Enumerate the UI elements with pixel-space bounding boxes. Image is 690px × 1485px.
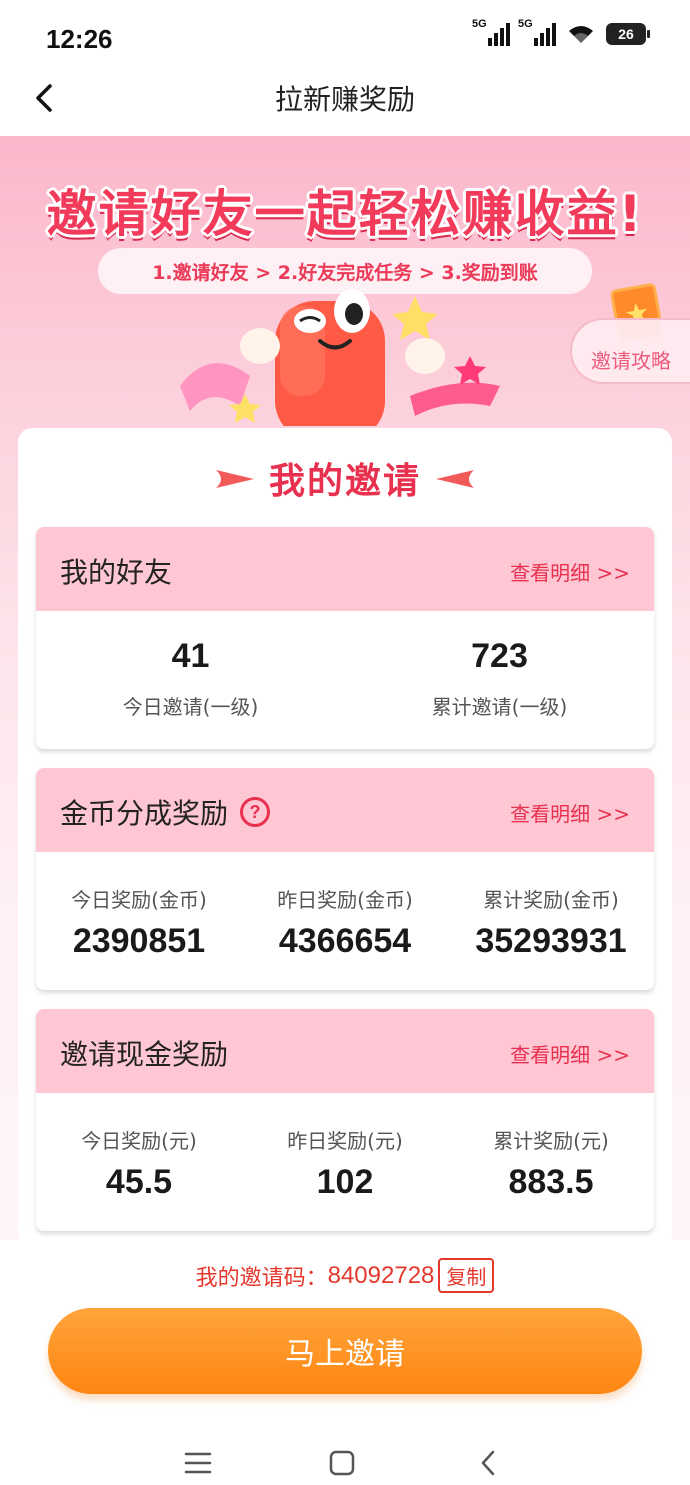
back-nav-button[interactable] <box>458 1438 518 1485</box>
friends-title: 我的好友 <box>60 556 173 589</box>
battery-icon: 26 <box>606 23 650 45</box>
coin-today: 今日奖励(金币) 2390851 <box>36 852 242 990</box>
coin-detail-link[interactable]: 查看明细 >> <box>510 798 630 827</box>
coin-today-label: 今日奖励(金币) <box>71 888 207 912</box>
coin-today-value: 2390851 <box>72 922 206 960</box>
invite-guide-button[interactable]: 邀请攻略 <box>570 318 690 384</box>
cash-today-label: 今日奖励(元) <box>81 1129 197 1153</box>
mascot-illustration <box>180 289 500 426</box>
today-invites: 41 今日邀请(一级) <box>36 611 345 749</box>
hero-title: 邀请好友一起轻松赚收益! <box>46 185 644 243</box>
signal-icon: 5G <box>472 18 510 46</box>
status-time: 12:26 <box>46 24 113 54</box>
today-invites-label: 今日邀请(一级) <box>122 695 259 719</box>
invite-code-label: 我的邀请码： <box>195 1265 328 1291</box>
cash-detail-link[interactable]: 查看明细 >> <box>510 1039 630 1068</box>
friends-card: 我的好友 查看明细 >> 41 今日邀请(一级) 723 累计邀请(一级) <box>36 527 654 749</box>
flare-right-icon <box>436 470 474 488</box>
system-nav-bar <box>0 1438 690 1485</box>
total-invites-label: 累计邀请(一级) <box>431 695 568 719</box>
friends-card-header: 我的好友 查看明细 >> <box>36 527 654 611</box>
status-bar: 12:26 5G 5G 26 <box>0 0 690 72</box>
help-icon[interactable]: ? <box>240 797 271 827</box>
cash-total-label: 累计奖励(元) <box>493 1129 609 1153</box>
cash-yesterday: 昨日奖励(元) 102 <box>242 1093 448 1231</box>
today-invites-value: 41 <box>171 637 210 675</box>
copy-button[interactable]: 复制 <box>438 1258 495 1293</box>
friends-stats: 41 今日邀请(一级) 723 累计邀请(一级) <box>36 611 654 749</box>
coin-card-header: 金币分成奖励 ? 查看明细 >> <box>36 768 654 852</box>
cash-today: 今日奖励(元) 45.5 <box>36 1093 242 1231</box>
cash-card-header: 邀请现金奖励 查看明细 >> <box>36 1009 654 1093</box>
menu-nav-button[interactable] <box>168 1438 228 1485</box>
coin-total-label: 累计奖励(金币) <box>483 888 619 912</box>
square-icon <box>329 1450 355 1476</box>
coin-total: 累计奖励(金币) 35293931 <box>448 852 654 990</box>
cash-title: 邀请现金奖励 <box>60 1038 229 1071</box>
page-title: 拉新赚奖励 <box>274 83 415 116</box>
status-icons: 5G 5G 26 <box>472 18 650 46</box>
coin-yesterday-label: 昨日奖励(金币) <box>277 888 413 912</box>
my-invite-card: 我的邀请 我的好友 查看明细 >> 41 今日邀请(一级) 723 累计邀请(一… <box>18 428 672 1248</box>
invite-code-row: 我的邀请码： 84092728 复制 <box>0 1258 690 1293</box>
coin-stats: 今日奖励(金币) 2390851 昨日奖励(金币) 4366654 累计奖励(金… <box>36 852 654 990</box>
coin-yesterday: 昨日奖励(金币) 4366654 <box>242 852 448 990</box>
bottom-area: 我的邀请码： 84092728 复制 马上邀请 <box>0 1240 690 1485</box>
cash-total-value: 883.5 <box>508 1163 594 1201</box>
invite-code-value: 84092728 <box>327 1261 435 1289</box>
invite-now-button[interactable]: 马上邀请 <box>48 1308 642 1394</box>
total-invites: 723 累计邀请(一级) <box>345 611 654 749</box>
menu-icon <box>184 1452 212 1474</box>
chevron-left-icon <box>481 1450 495 1476</box>
cash-yesterday-value: 102 <box>316 1163 374 1201</box>
coin-title: 金币分成奖励 ? <box>60 792 271 832</box>
cash-yesterday-label: 昨日奖励(元) <box>287 1129 403 1153</box>
total-invites-value: 723 <box>471 637 528 675</box>
cash-total: 累计奖励(元) 883.5 <box>448 1093 654 1231</box>
app-header: 拉新赚奖励 <box>0 72 690 136</box>
cash-stats: 今日奖励(元) 45.5 昨日奖励(元) 102 累计奖励(元) 883.5 <box>36 1093 654 1231</box>
coin-yesterday-value: 4366654 <box>278 922 412 960</box>
wifi-icon <box>569 26 593 43</box>
signal-icon: 5G <box>518 18 556 46</box>
friends-detail-link[interactable]: 查看明细 >> <box>510 557 630 586</box>
coin-total-value: 35293931 <box>475 922 627 960</box>
cash-today-value: 45.5 <box>105 1163 173 1201</box>
home-nav-button[interactable] <box>312 1438 372 1485</box>
cash-rewards-card: 邀请现金奖励 查看明细 >> 今日奖励(元) 45.5 昨日奖励(元) 102 … <box>36 1009 654 1231</box>
coin-rewards-card: 金币分成奖励 ? 查看明细 >> 今日奖励(金币) 2390851 昨日奖励(金… <box>36 768 654 990</box>
section-title: 我的邀请 <box>268 461 421 502</box>
